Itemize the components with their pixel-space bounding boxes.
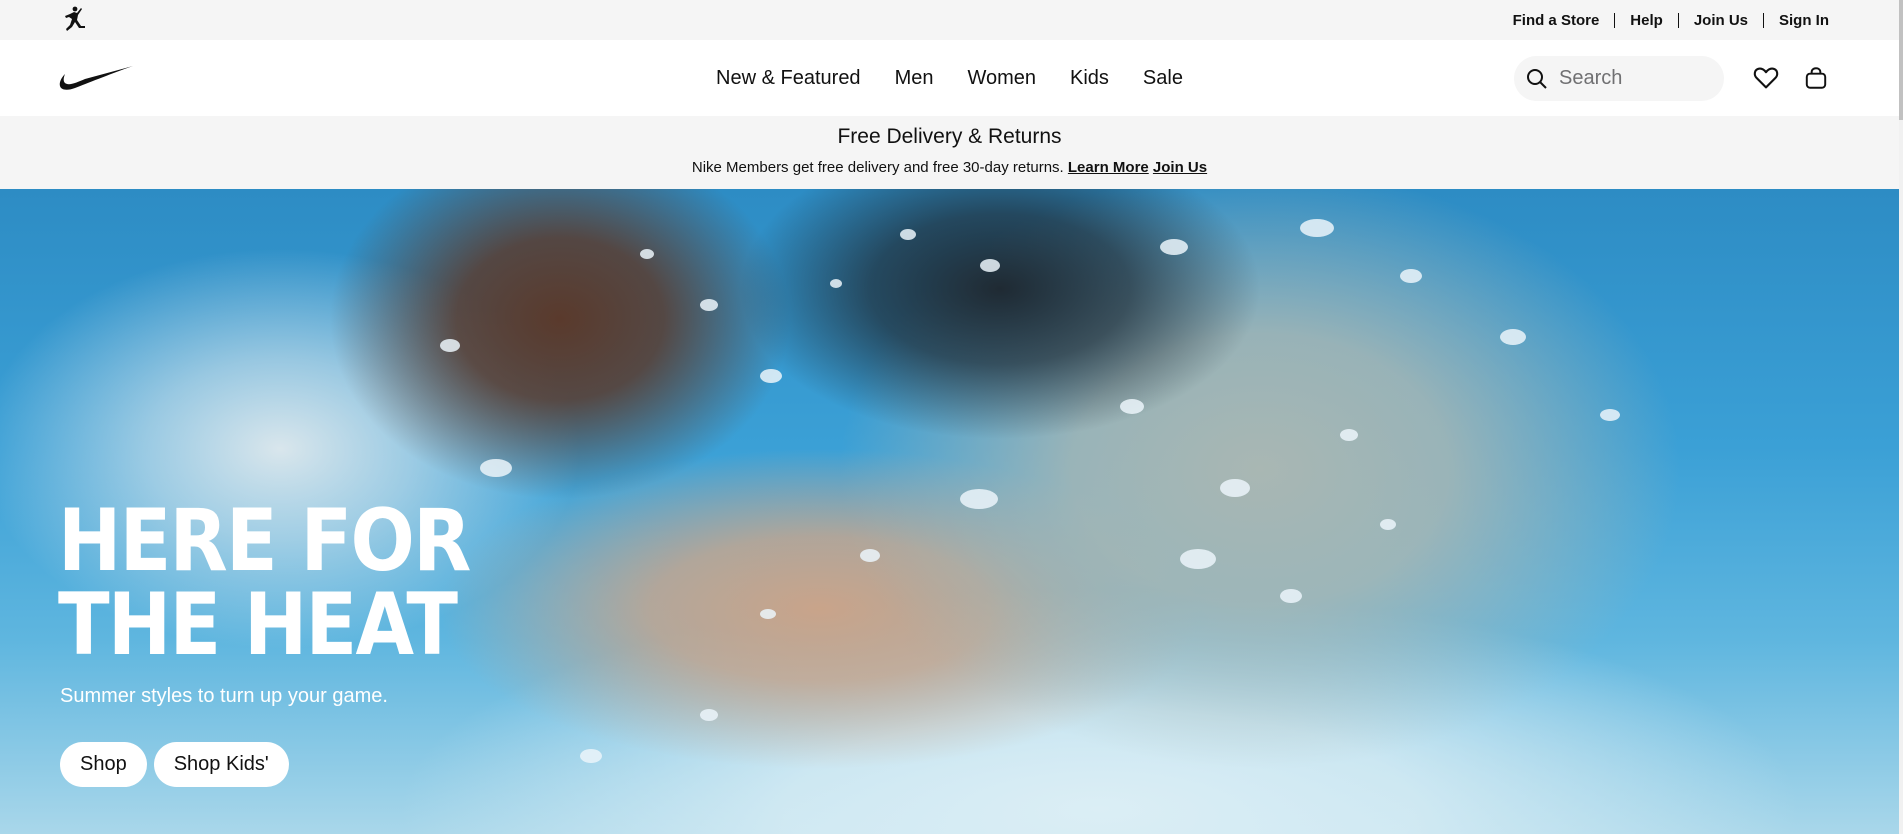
promo-banner: Free Delivery & Returns Nike Members get…: [0, 116, 1899, 189]
heart-icon[interactable]: [1750, 62, 1782, 94]
bubble: [1220, 479, 1250, 497]
bubble: [760, 609, 776, 619]
bubble: [760, 369, 782, 383]
promo-text: Nike Members get free delivery and free …: [0, 159, 1899, 176]
promo-message: Nike Members get free delivery and free …: [691, 159, 1064, 176]
bubble: [1280, 589, 1302, 603]
bubble: [440, 339, 460, 352]
bubble: [640, 249, 654, 259]
search-input[interactable]: [1559, 67, 1709, 90]
nav-kids[interactable]: Kids: [1053, 67, 1126, 90]
bubble: [580, 749, 602, 763]
search-icon[interactable]: [1514, 56, 1559, 101]
nav-men[interactable]: Men: [878, 67, 951, 90]
sign-in-link[interactable]: Sign In: [1764, 12, 1829, 29]
bubble: [1380, 519, 1396, 530]
join-us-promo-link[interactable]: Join Us: [1153, 159, 1207, 176]
bubble: [480, 459, 512, 477]
bubble: [1600, 409, 1620, 421]
bubble: [980, 259, 1000, 272]
bubble: [1120, 399, 1144, 414]
bubble: [1300, 219, 1334, 237]
nav-new-featured[interactable]: New & Featured: [699, 67, 878, 90]
utility-bar: Find a Store Help Join Us Sign In: [0, 0, 1899, 40]
bubble: [1500, 329, 1526, 345]
promo-title: Free Delivery & Returns: [837, 125, 1062, 148]
bubble: [1340, 429, 1358, 441]
hero-banner[interactable]: HERE FOR THE HEAT Summer styles to turn …: [0, 189, 1899, 834]
scrollbar-thumb[interactable]: [1899, 0, 1903, 120]
hero-headline-line-1: HERE FOR: [58, 491, 471, 591]
bubble: [830, 279, 842, 288]
hero-buttons: Shop Shop Kids': [60, 742, 289, 787]
utility-links: Find a Store Help Join Us Sign In: [1498, 0, 1829, 40]
bubble: [1180, 549, 1216, 569]
bubble: [960, 489, 998, 509]
bubble: [900, 229, 916, 240]
shop-button[interactable]: Shop: [60, 742, 147, 787]
bubble: [700, 299, 718, 311]
nav-sale[interactable]: Sale: [1126, 67, 1200, 90]
jordan-logo-icon[interactable]: [58, 4, 90, 36]
bag-icon[interactable]: [1800, 62, 1832, 94]
nav-women[interactable]: Women: [950, 67, 1053, 90]
find-a-store-link[interactable]: Find a Store: [1498, 12, 1615, 29]
search-box[interactable]: [1514, 56, 1724, 101]
bubble: [1160, 239, 1188, 255]
bubble: [700, 709, 718, 721]
page-scrollbar[interactable]: [1899, 0, 1903, 834]
bubble: [1400, 269, 1422, 283]
learn-more-link[interactable]: Learn More: [1068, 159, 1149, 176]
main-header: New & Featured Men Women Kids Sale: [0, 40, 1899, 116]
hero-headline: HERE FOR THE HEAT: [58, 491, 471, 675]
hero-headline-line-2: THE HEAT: [58, 575, 458, 675]
bubble: [860, 549, 880, 562]
hero-subtitle: Summer styles to turn up your game.: [60, 685, 388, 707]
shop-kids-button[interactable]: Shop Kids': [153, 742, 289, 787]
help-link[interactable]: Help: [1615, 12, 1678, 29]
join-us-link[interactable]: Join Us: [1679, 12, 1763, 29]
